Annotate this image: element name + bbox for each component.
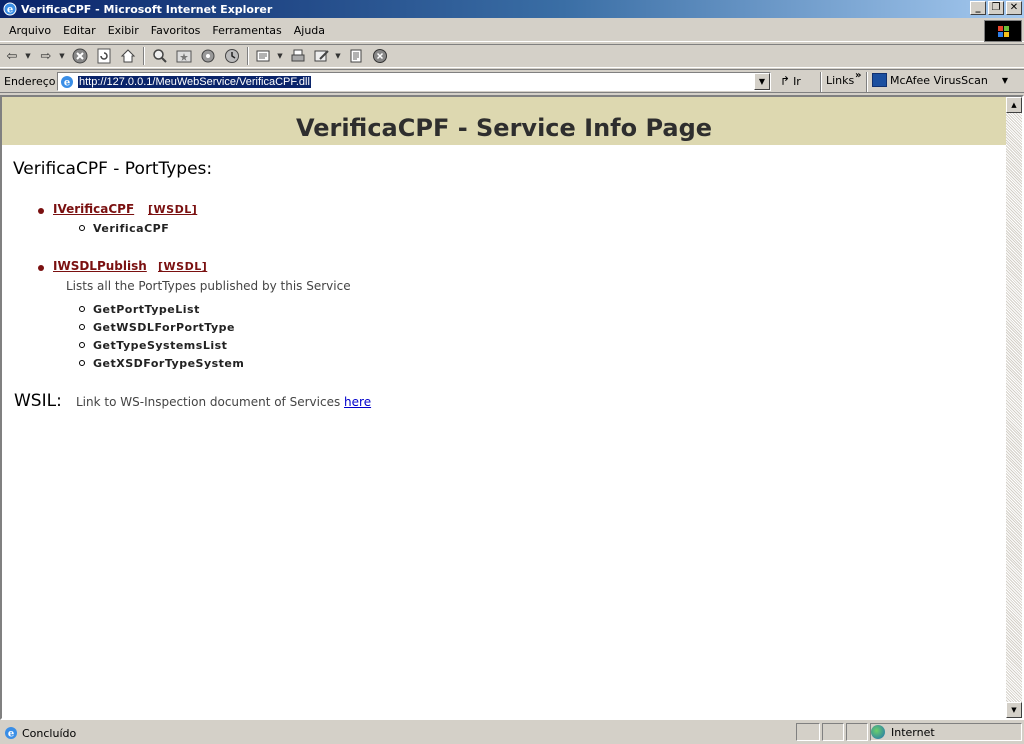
- maximize-button[interactable]: ❐: [988, 1, 1004, 15]
- edit-icon[interactable]: [313, 47, 331, 65]
- title-bar: e VerificaCPF - Microsoft Internet Explo…: [0, 0, 1024, 18]
- mail-icon[interactable]: [255, 47, 273, 65]
- minimize-button[interactable]: _: [970, 1, 986, 15]
- address-label: Endereço: [4, 74, 56, 88]
- status-panel: [796, 723, 820, 741]
- mcafee-label: McAfee VirusScan: [890, 73, 988, 87]
- page-banner: VerificaCPF - Service Info Page: [2, 97, 1006, 145]
- interface-ivericacpf: IVerificaCPF: [53, 202, 134, 216]
- wsil-text: Link to WS-Inspection document of Servic…: [76, 395, 341, 409]
- go-arrow-icon: ↱: [780, 74, 791, 88]
- home-icon[interactable]: [119, 47, 137, 65]
- page-icon: e: [61, 75, 73, 88]
- toolbar-separator: [247, 47, 249, 65]
- method-verificacpf: VerificaCPF: [93, 222, 170, 235]
- standard-toolbar: ⇦ ▼ ⇨ ▼ ▼ ▼: [0, 44, 1024, 68]
- wsdl-link-text[interactable]: [WSDL]: [158, 260, 207, 273]
- status-bar: e Concluído Internet: [0, 722, 1024, 744]
- print-icon[interactable]: [289, 47, 307, 65]
- wsdl-link-text[interactable]: [WSDL]: [148, 203, 197, 216]
- wsil-label: WSIL:: [14, 391, 62, 411]
- menu-ferramentas[interactable]: Ferramentas: [206, 24, 287, 37]
- method-getporttypelist: GetPortTypeList: [93, 303, 200, 316]
- interface-iwsdlpublish: IWSDLPublish: [53, 259, 147, 273]
- zone-label: Internet: [891, 725, 935, 739]
- menu-ajuda[interactable]: Ajuda: [288, 24, 331, 37]
- internet-globe-icon: [871, 725, 885, 739]
- menu-editar[interactable]: Editar: [57, 24, 102, 37]
- wsil-here-link[interactable]: here: [344, 395, 371, 409]
- page-title: VerificaCPF - Service Info Page: [295, 114, 713, 142]
- menu-bar: Arquivo Editar Exibir Favoritos Ferramen…: [0, 20, 1024, 42]
- interface-link-iverificacpf[interactable]: IVerificaCPF: [53, 202, 134, 216]
- sub-bullet: [79, 324, 85, 330]
- status-panel: [822, 723, 844, 741]
- svg-text:e: e: [64, 77, 70, 88]
- method-getwsdlforporttype: GetWSDLForPortType: [93, 321, 235, 334]
- wsdl-link-iwsdlpublish[interactable]: [WSDL]: [158, 260, 207, 273]
- mcafee-dropdown-icon[interactable]: ▼: [1002, 76, 1008, 85]
- close-button[interactable]: ✕: [1006, 1, 1022, 15]
- refresh-icon[interactable]: [95, 47, 113, 65]
- vertical-scrollbar[interactable]: ▲ ▼: [1006, 97, 1022, 718]
- forward-dropdown-icon[interactable]: ▼: [58, 47, 66, 65]
- sub-bullet: [79, 306, 85, 312]
- mcafee-button[interactable]: McAfee VirusScan ▼: [872, 73, 1008, 87]
- security-zone: Internet: [871, 725, 935, 739]
- mcafee-icon: [872, 73, 887, 87]
- favorites-icon[interactable]: [175, 47, 193, 65]
- go-label: Ir: [793, 74, 801, 88]
- links-chevron-icon[interactable]: »: [855, 70, 861, 81]
- forward-icon[interactable]: ⇨: [37, 47, 55, 65]
- porttypes-title: VerificaCPF - PortTypes:: [13, 159, 213, 179]
- toolbar-separator: [143, 47, 145, 65]
- go-button[interactable]: ↱ Ir: [780, 74, 801, 88]
- content-viewport: VerificaCPF - Service Info Page Verifica…: [0, 95, 1024, 720]
- list-bullet: [38, 208, 44, 214]
- svg-text:e: e: [7, 5, 13, 16]
- address-separator: [866, 72, 868, 92]
- menu-favoritos[interactable]: Favoritos: [145, 24, 207, 37]
- ie-icon: e: [3, 2, 17, 16]
- wsdl-link-iverificacpf[interactable]: [WSDL]: [148, 203, 197, 216]
- page-done-icon: e: [5, 727, 17, 740]
- sub-bullet: [79, 360, 85, 366]
- address-bar: Endereço e http://127.0.0.1/MeuWebServic…: [0, 69, 1024, 93]
- svg-text:e: e: [8, 729, 14, 740]
- history-icon[interactable]: [223, 47, 241, 65]
- method-gettypesystemslist: GetTypeSystemsList: [93, 339, 228, 352]
- discuss-icon[interactable]: [347, 47, 365, 65]
- scroll-up-icon[interactable]: ▲: [1006, 97, 1022, 113]
- status-panel: [846, 723, 868, 741]
- back-icon[interactable]: ⇦: [3, 47, 21, 65]
- scroll-track[interactable]: [1006, 113, 1022, 702]
- interface-description: Lists all the PortTypes published by thi…: [66, 279, 351, 293]
- service-info-page: VerificaCPF - Service Info Page Verifica…: [2, 97, 1006, 718]
- wsil-description: Link to WS-Inspection document of Servic…: [76, 395, 371, 409]
- sub-bullet: [79, 225, 85, 231]
- window-title: VerificaCPF - Microsoft Internet Explore…: [21, 2, 273, 16]
- menu-exibir[interactable]: Exibir: [102, 24, 145, 37]
- messenger-icon[interactable]: [371, 47, 389, 65]
- search-icon[interactable]: [151, 47, 169, 65]
- address-separator: [820, 72, 822, 92]
- menu-arquivo[interactable]: Arquivo: [3, 24, 57, 37]
- media-icon[interactable]: [199, 47, 217, 65]
- links-button[interactable]: Links: [826, 74, 854, 87]
- status-text: Concluído: [22, 726, 77, 740]
- mail-dropdown-icon[interactable]: ▼: [276, 47, 284, 65]
- windows-logo-icon: [984, 20, 1022, 42]
- address-input[interactable]: e http://127.0.0.1/MeuWebService/Verific…: [57, 72, 771, 91]
- address-dropdown-icon[interactable]: ▼: [754, 73, 770, 90]
- method-getxsdfortypesystem: GetXSDForTypeSystem: [93, 357, 245, 370]
- edit-dropdown-icon[interactable]: ▼: [334, 47, 342, 65]
- address-url[interactable]: http://127.0.0.1/MeuWebService/VerificaC…: [78, 75, 311, 88]
- interface-link-iwsdlpublish[interactable]: IWSDLPublish: [53, 259, 147, 273]
- back-dropdown-icon[interactable]: ▼: [24, 47, 32, 65]
- stop-icon[interactable]: [71, 47, 89, 65]
- list-bullet: [38, 265, 44, 271]
- scroll-down-icon[interactable]: ▼: [1006, 702, 1022, 718]
- sub-bullet: [79, 342, 85, 348]
